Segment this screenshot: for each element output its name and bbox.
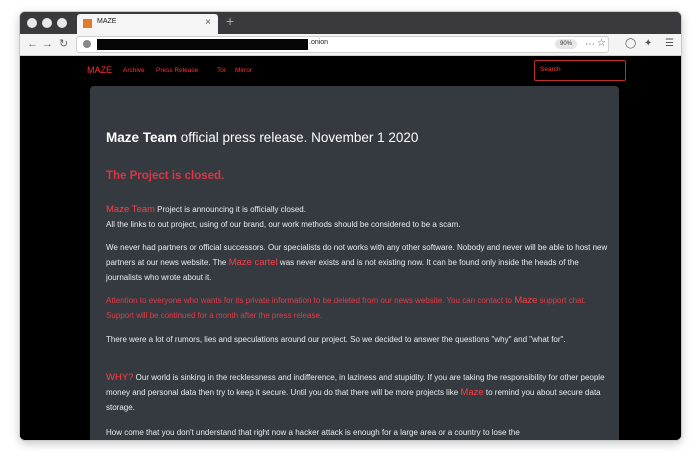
nav-tor[interactable]: Tor <box>217 67 226 74</box>
extension-icon[interactable]: ✦ <box>644 37 652 51</box>
url-text: .onion <box>309 39 329 46</box>
close-window-button[interactable] <box>27 18 37 28</box>
reload-icon[interactable]: ↻ <box>59 37 68 51</box>
hamburger-menu-icon[interactable]: ☰ <box>665 37 674 51</box>
paragraph-rumors: There were a lot of rumors, lies and spe… <box>106 335 566 344</box>
more-actions-icon[interactable]: ⋯ <box>585 38 596 52</box>
paragraph-partners: We never had partners or official succes… <box>106 243 608 282</box>
shield-icon[interactable]: ◯ <box>625 37 636 51</box>
paragraph-announcement: Maze Team Project is announcing it is of… <box>106 204 461 229</box>
new-tab-button[interactable]: + <box>226 13 234 29</box>
status-heading: The Project is closed. <box>106 170 225 182</box>
zoom-window-button[interactable] <box>57 18 67 28</box>
press-release-panel: Maze Team official press release. Novemb… <box>90 86 619 440</box>
paragraph-hacker-attack: How come that you don't understand that … <box>106 428 520 437</box>
minimize-window-button[interactable] <box>42 18 52 28</box>
address-bar[interactable]: .onion 90% ⋯ ☆ <box>76 36 609 53</box>
search-placeholder: Search <box>540 66 561 73</box>
browser-toolbar: ← → ↻ .onion 90% ⋯ ☆ ◯ ✦ ☰ <box>20 34 681 56</box>
bookmark-star-icon[interactable]: ☆ <box>597 37 606 51</box>
nav-press-release[interactable]: Press Release <box>156 67 198 74</box>
page-info-icon[interactable] <box>83 40 91 48</box>
paragraph-attention: Attention to everyone who wants for its … <box>106 295 586 320</box>
browser-tab[interactable]: MAZE × <box>77 14 218 34</box>
paragraph-why: WHY? Our world is sinking in the reckles… <box>106 372 605 412</box>
browser-window: MAZE × + ← → ↻ .onion 90% ⋯ ☆ ◯ ✦ ☰ MAZE… <box>20 12 681 440</box>
url-redaction <box>97 39 308 50</box>
page-content: MAZE Archive Press Release Tor Mirror Se… <box>20 56 681 440</box>
tab-title: MAZE <box>97 18 117 25</box>
zoom-level-badge[interactable]: 90% <box>555 39 577 49</box>
forward-arrow-icon[interactable]: → <box>42 37 53 51</box>
favicon-icon <box>83 19 92 28</box>
search-input[interactable]: Search <box>534 60 626 81</box>
nav-archive[interactable]: Archive <box>123 67 145 74</box>
back-arrow-icon[interactable]: ← <box>27 37 38 51</box>
close-tab-icon[interactable]: × <box>205 17 211 28</box>
tab-bar: MAZE × + <box>20 12 681 34</box>
site-navbar: MAZE Archive Press Release Tor Mirror Se… <box>20 56 681 84</box>
nav-mirror[interactable]: Mirror <box>235 67 252 74</box>
site-brand[interactable]: MAZE <box>87 65 112 75</box>
page-title: Maze Team official press release. Novemb… <box>106 130 419 145</box>
